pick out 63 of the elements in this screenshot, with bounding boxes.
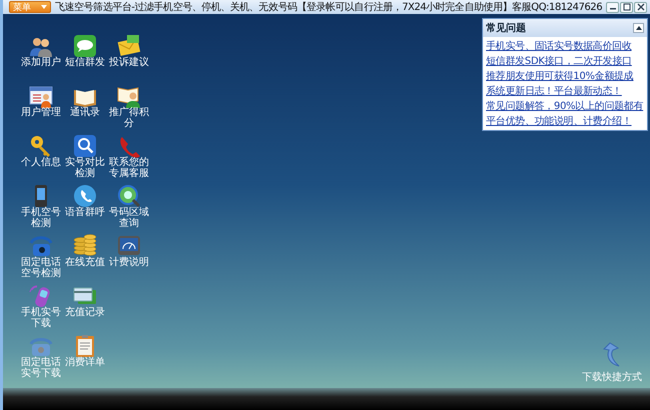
close-button[interactable] (634, 2, 647, 12)
shortcut-label: 固定电话实号下载 (20, 358, 62, 379)
key-icon (29, 134, 53, 158)
shortcut-label: 通讯录 (69, 108, 101, 118)
desktop-shortcut[interactable]: 号码区域查询 (107, 184, 151, 234)
maximize-button[interactable] (620, 2, 633, 12)
desktop-shortcut[interactable]: 用户管理 (19, 84, 63, 134)
shortcut-label: 手机空号检测 (20, 208, 62, 229)
faq-link[interactable]: 手机实号、固话实号数据高价回收 (486, 39, 644, 53)
faq-link[interactable]: 平台优势、功能说明、计费介绍！ (486, 114, 644, 128)
desk-phone-icon (29, 234, 53, 258)
shortcut-label: 用户管理 (20, 108, 62, 118)
panel-title: 常见问题 (486, 22, 526, 35)
faq-link[interactable]: 系统更新日志！平台最新动态！ (486, 84, 644, 98)
maximize-icon (622, 3, 630, 11)
shortcut-label: 在线充值 (64, 258, 106, 268)
shortcut-label: 计费说明 (108, 258, 150, 268)
sms-icon (73, 34, 97, 58)
shortcut-label: 手机实号下载 (20, 308, 62, 329)
desktop-shortcut[interactable]: 添加用户 (19, 34, 63, 84)
desktop-shortcut[interactable]: 计费说明 (107, 234, 151, 284)
desktop-shortcut[interactable]: 短信群发 (63, 34, 107, 84)
shortcut-label: 号码区域查询 (108, 208, 150, 229)
desktop-shortcut[interactable]: 固定电话空号检测 (19, 234, 63, 284)
desktop-shortcut[interactable]: 充值记录 (63, 284, 107, 334)
shortcut-label: 语音群呼 (64, 208, 106, 218)
desktop-shortcut[interactable]: 推广得积分 (107, 84, 151, 134)
shortcut-label: 消费详单 (64, 358, 106, 368)
caret-icon (636, 26, 642, 30)
desktop-shortcut[interactable]: 语音群呼 (63, 184, 107, 234)
shortcut-label: 短信群发 (64, 58, 106, 68)
shortcut-label: 联系您的专属客服 (108, 158, 150, 179)
search-icon (73, 134, 97, 158)
desktop-shortcut[interactable]: 个人信息 (19, 134, 63, 184)
mail-icon (117, 34, 141, 58)
shortcut-label: 实号对比检测 (64, 158, 106, 179)
faq-link[interactable]: 常见问题解答，90%以上的问题都有 (486, 99, 644, 113)
faq-link[interactable]: 短信群发SDK接口，二次开发接口 (486, 54, 644, 68)
caret-icon (41, 5, 47, 9)
desktop-shortcut[interactable]: 在线充值 (63, 234, 107, 284)
shortcut-label: 添加用户 (20, 58, 62, 68)
shortcut-label: 推广得积分 (108, 108, 150, 129)
desktop-shortcut[interactable]: 手机空号检测 (19, 184, 63, 234)
desktop-shortcut[interactable]: 联系您的专属客服 (107, 134, 151, 184)
shortcut-label: 个人信息 (20, 158, 62, 168)
desktop-shortcut[interactable]: 通讯录 (63, 84, 107, 134)
shortcut-label: 下载快捷方式 (582, 370, 642, 384)
card-icon (29, 84, 53, 108)
collapse-button[interactable] (633, 23, 644, 33)
faq-link[interactable]: 推荐朋友使用可获得10%金额提成 (486, 69, 644, 83)
minimize-button[interactable] (606, 2, 619, 12)
window-title: 飞速空号筛选平台-过滤手机空号、停机、关机、无效号码【登录帐可以自行注册，7X24小时完全自助使用】客服QQ:181247626 (55, 0, 604, 14)
phone-circle-icon (73, 184, 97, 208)
shortcut-label: 固定电话空号检测 (20, 258, 62, 279)
shortcut-label: 投诉建议 (108, 58, 150, 68)
clipboard-icon (73, 334, 97, 358)
close-icon (636, 3, 644, 11)
desktop-shortcut[interactable]: 投诉建议 (107, 34, 151, 84)
desktop-shortcut[interactable]: 实号对比检测 (63, 134, 107, 184)
coins-icon (73, 234, 97, 258)
shortcut-label: 充值记录 (64, 308, 106, 318)
gauge-icon (117, 234, 141, 258)
desktop-shortcut[interactable]: 手机实号下载 (19, 284, 63, 334)
